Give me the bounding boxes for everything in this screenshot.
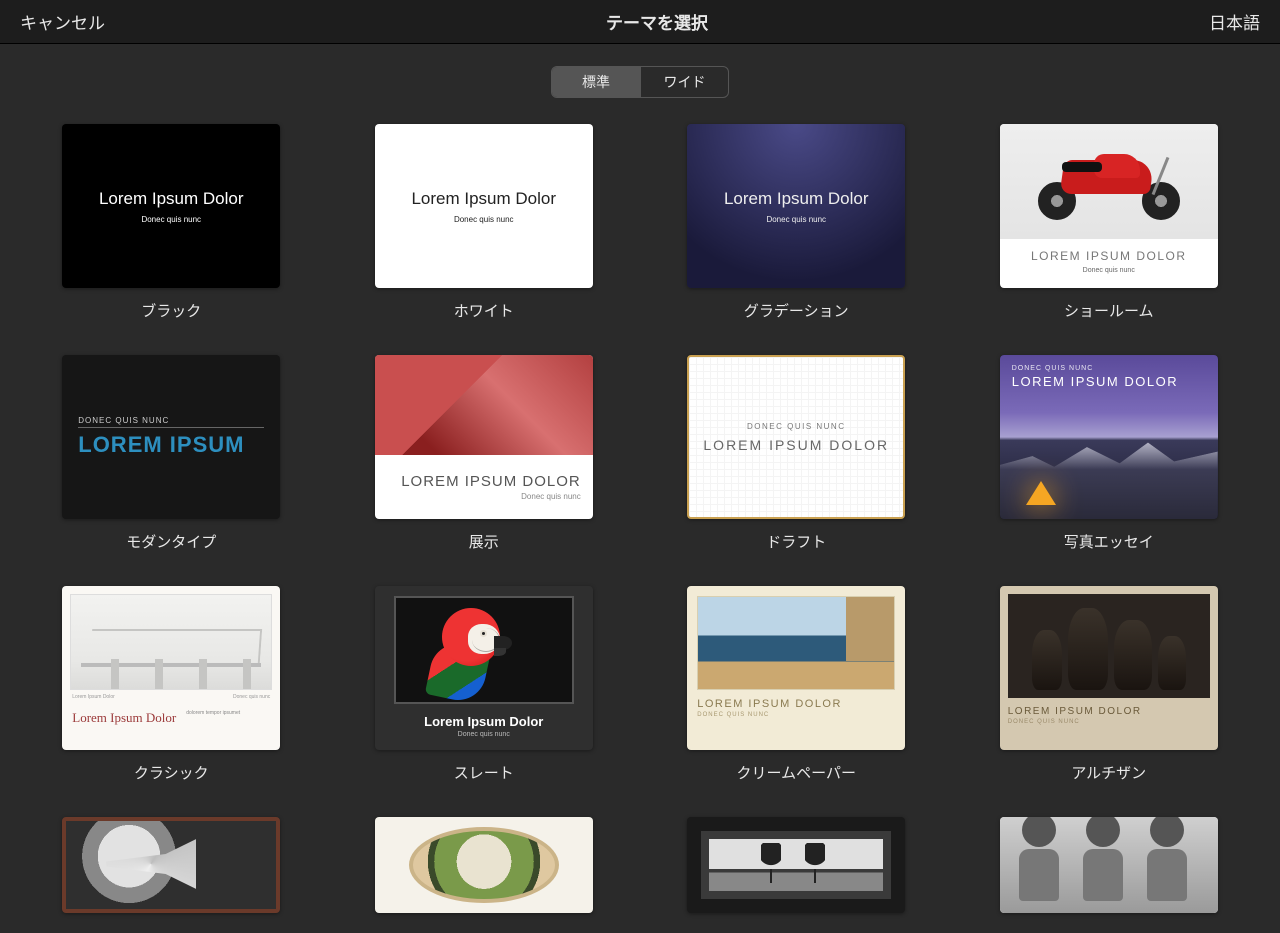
- thumb-title: LOREM IPSUM: [78, 432, 264, 458]
- theme-slate[interactable]: Lorem Ipsum Dolor Donec quis nunc スレート: [373, 586, 596, 783]
- theme-partial-3[interactable]: [685, 817, 908, 913]
- thumb-title: Lorem Ipsum Dolor: [424, 714, 543, 729]
- bridge-icon: [70, 594, 272, 690]
- theme-label: クリームペーパー: [737, 762, 856, 783]
- theme-partial-1[interactable]: [60, 817, 283, 913]
- theme-thumb: LOREM IPSUM DOLOR Donec quis nunc: [375, 355, 593, 519]
- thumb-title: LOREM IPSUM DOLOR: [703, 437, 889, 453]
- theme-thumb: DONEC QUIS NUNC LOREM IPSUM DOLOR: [687, 355, 905, 519]
- aspect-segmented: 標準 ワイド: [551, 66, 729, 98]
- thumb-subtitle: DONEC QUIS NUNC: [1012, 365, 1178, 372]
- theme-thumb: Lorem Ipsum DolorDonec quis nunc Lorem I…: [62, 586, 280, 750]
- theme-gradient[interactable]: Lorem Ipsum Dolor Donec quis nunc グラデーショ…: [685, 124, 908, 321]
- theme-label: グラデーション: [744, 300, 849, 321]
- theme-black[interactable]: Lorem Ipsum Dolor Donec quis nunc ブラック: [60, 124, 283, 321]
- theme-artisan[interactable]: LOREM IPSUM DOLOR DONEC QUIS NUNC アルチザン: [998, 586, 1221, 783]
- page-title: テーマを選択: [606, 9, 708, 34]
- aspect-wide-tab[interactable]: ワイド: [640, 67, 728, 97]
- thumb-subtitle: DONEC QUIS NUNC: [78, 416, 264, 428]
- theme-partial-4[interactable]: [998, 817, 1221, 913]
- theme-showroom[interactable]: LOREM IPSUM DOLOR Donec quis nunc ショールーム: [998, 124, 1221, 321]
- thumb-title: LOREM IPSUM DOLOR: [1008, 706, 1210, 717]
- thumb-subtitle: DONEC QUIS NUNC: [747, 422, 846, 431]
- parrot-icon: [394, 596, 574, 704]
- coast-icon: [697, 596, 895, 690]
- tent-icon: [1026, 481, 1056, 505]
- theme-thumb: LOREM IPSUM DOLOR DONEC QUIS NUNC: [1000, 586, 1218, 750]
- theme-partial-2[interactable]: [373, 817, 596, 913]
- theme-thumb: Lorem Ipsum Dolor Donec quis nunc: [375, 124, 593, 288]
- theme-exhibit[interactable]: LOREM IPSUM DOLOR Donec quis nunc 展示: [373, 355, 596, 552]
- framed-photo-icon: [701, 831, 891, 899]
- theme-thumb: LOREM IPSUM DOLOR DONEC QUIS NUNC: [687, 586, 905, 750]
- header: キャンセル テーマを選択 日本語: [0, 0, 1280, 44]
- thumb-subtitle: Donec quis nunc: [141, 215, 201, 224]
- thumb-subtitle: Donec quis nunc: [1000, 267, 1218, 274]
- theme-label: アルチザン: [1071, 762, 1146, 783]
- theme-label: モダンタイプ: [126, 531, 216, 552]
- thumb-subtitle: Donec quis nunc: [458, 731, 510, 738]
- theme-label: ブラック: [141, 300, 201, 321]
- thumb-title: Lorem Ipsum Dolor: [724, 189, 869, 209]
- theme-thumb: [62, 817, 280, 913]
- thumb-subtitle: DONEC QUIS NUNC: [697, 712, 895, 718]
- theme-label: スレート: [454, 762, 514, 783]
- theme-modern-type[interactable]: DONEC QUIS NUNC LOREM IPSUM モダンタイプ: [60, 355, 283, 552]
- thumb-body: dolorem tempor ipsumet: [186, 710, 270, 726]
- theme-photo-essay[interactable]: DONEC QUIS NUNC LOREM IPSUM DOLOR 写真エッセイ: [998, 355, 1221, 552]
- thumb-title: LOREM IPSUM DOLOR: [401, 473, 581, 490]
- thumb-title: Lorem Ipsum Dolor: [72, 710, 176, 726]
- theme-thumb: [687, 817, 905, 913]
- theme-classic[interactable]: Lorem Ipsum DolorDonec quis nunc Lorem I…: [60, 586, 283, 783]
- aspect-segmented-wrap: 標準 ワイド: [0, 44, 1280, 124]
- theme-thumb: Lorem Ipsum Dolor Donec quis nunc: [687, 124, 905, 288]
- thumb-title: LOREM IPSUM DOLOR: [1012, 374, 1178, 389]
- theme-thumb: LOREM IPSUM DOLOR Donec quis nunc: [1000, 124, 1218, 288]
- theme-white[interactable]: Lorem Ipsum Dolor Donec quis nunc ホワイト: [373, 124, 596, 321]
- food-bowl-icon: [409, 827, 559, 903]
- theme-label: 写真エッセイ: [1064, 531, 1154, 552]
- theme-grid: Lorem Ipsum Dolor Donec quis nunc ブラック L…: [0, 124, 1280, 933]
- theme-label: ホワイト: [454, 300, 514, 321]
- theme-thumb: Lorem Ipsum Dolor Donec quis nunc: [62, 124, 280, 288]
- theme-draft[interactable]: DONEC QUIS NUNC LOREM IPSUM DOLOR ドラフト: [685, 355, 908, 552]
- thumb-title: LOREM IPSUM DOLOR: [1000, 249, 1218, 263]
- theme-thumb: Lorem Ipsum Dolor Donec quis nunc: [375, 586, 593, 750]
- theme-thumb: DONEC QUIS NUNC LOREM IPSUM: [62, 355, 280, 519]
- theme-thumb: DONEC QUIS NUNC LOREM IPSUM DOLOR: [1000, 355, 1218, 519]
- theme-label: 展示: [469, 531, 499, 552]
- aspect-standard-tab[interactable]: 標準: [552, 67, 640, 97]
- thumb-subtitle: Donec quis nunc: [521, 492, 581, 501]
- abstract-art-icon: [375, 355, 593, 455]
- theme-thumb: [375, 817, 593, 913]
- thumb-subtitle: Donec quis nunc: [454, 215, 514, 224]
- theme-thumb: [1000, 817, 1218, 913]
- thumb-subtitle: Donec quis nunc: [766, 215, 826, 224]
- theme-label: ショールーム: [1064, 300, 1154, 321]
- thumb-title: LOREM IPSUM DOLOR: [697, 698, 895, 710]
- thumb-subtitle: DONEC QUIS NUNC: [1008, 719, 1210, 725]
- thumb-title: Lorem Ipsum Dolor: [411, 189, 556, 209]
- thumb-title: Lorem Ipsum Dolor: [99, 189, 244, 209]
- theme-label: ドラフト: [766, 531, 826, 552]
- theme-cream-paper[interactable]: LOREM IPSUM DOLOR DONEC QUIS NUNC クリームペー…: [685, 586, 908, 783]
- pottery-icon: [1008, 594, 1210, 698]
- cancel-button[interactable]: キャンセル: [20, 9, 105, 34]
- language-button[interactable]: 日本語: [1209, 9, 1260, 34]
- theme-label: クラシック: [134, 762, 209, 783]
- motorcycle-icon: [1000, 124, 1218, 239]
